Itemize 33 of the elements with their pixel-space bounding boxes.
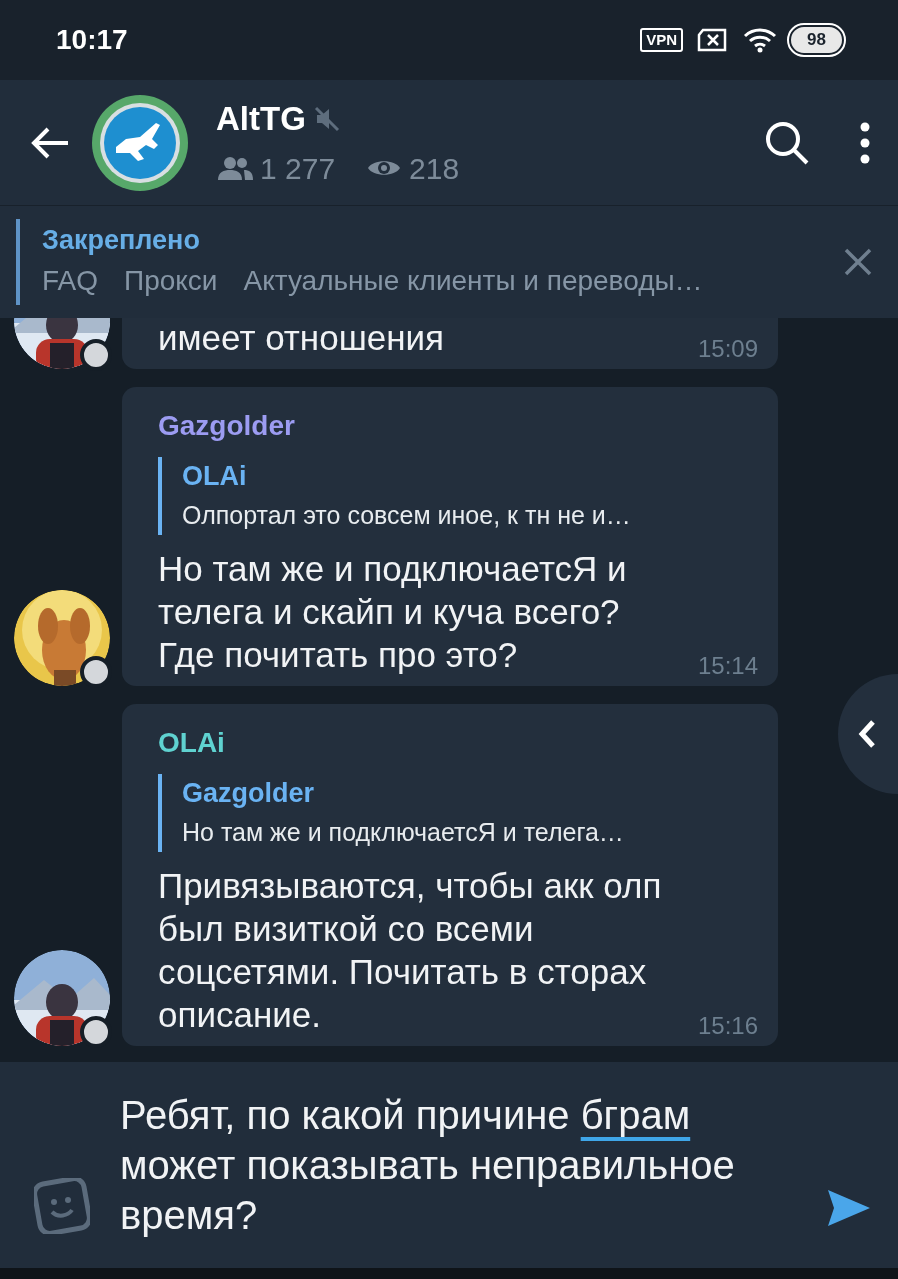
member-count: 1 277 <box>260 150 336 187</box>
reply-text: Но там же и подключаетсЯ и телега… <box>182 817 625 848</box>
pinned-bar[interactable]: Закреплено FAQ Прокси Актуальные клиенты и переводы… <box>0 205 898 318</box>
wifi-icon <box>743 27 778 53</box>
clock: 10:17 <box>56 23 128 57</box>
message-input[interactable]: Ребят, по какой причине бграм может показывать неправильное время? <box>120 1090 826 1240</box>
vpn-icon: VPN <box>640 28 684 52</box>
close-icon[interactable] <box>844 248 872 276</box>
pinned-topic[interactable]: Прокси <box>124 259 218 303</box>
reply-text: Олпортал это совсем иное, к тн не и… <box>182 500 632 531</box>
send-icon[interactable] <box>826 1188 872 1228</box>
members-icon <box>216 156 254 181</box>
sender-name: Gazgolder <box>158 409 296 443</box>
search-icon[interactable] <box>764 119 810 166</box>
channel-avatar[interactable] <box>92 94 188 191</box>
pinned-label: Закреплено <box>42 224 201 257</box>
message-text: Привязываются, чтобы акк олп был визиткой со всеми соцсетями. Почитать в сторах описание. <box>158 865 663 1036</box>
back-arrow-icon[interactable] <box>30 126 70 159</box>
message-text: имеет отношения <box>158 318 446 359</box>
message-text: Но там же и подключаетсЯ и телега и скайп и куча всего? Где почитать про это? <box>158 548 628 676</box>
reply-author: OLAi <box>182 460 248 493</box>
message-time: 15:14 <box>697 652 758 680</box>
pinned-topic[interactable]: FAQ <box>42 259 98 303</box>
message-time: 15:16 <box>697 1012 758 1040</box>
reply-author: Gazgolder <box>182 777 316 810</box>
sticker-icon[interactable] <box>34 1178 90 1234</box>
sender-name: OLAi <box>158 726 226 760</box>
view-count: 218 <box>409 150 460 187</box>
pinned-topic[interactable]: Актуальные клиенты и переводы… <box>243 259 703 303</box>
chevron-left-icon <box>858 719 876 749</box>
message-time: 15:09 <box>697 335 758 363</box>
more-menu-icon[interactable] <box>860 121 870 164</box>
chat-title: AltTG <box>216 99 306 140</box>
